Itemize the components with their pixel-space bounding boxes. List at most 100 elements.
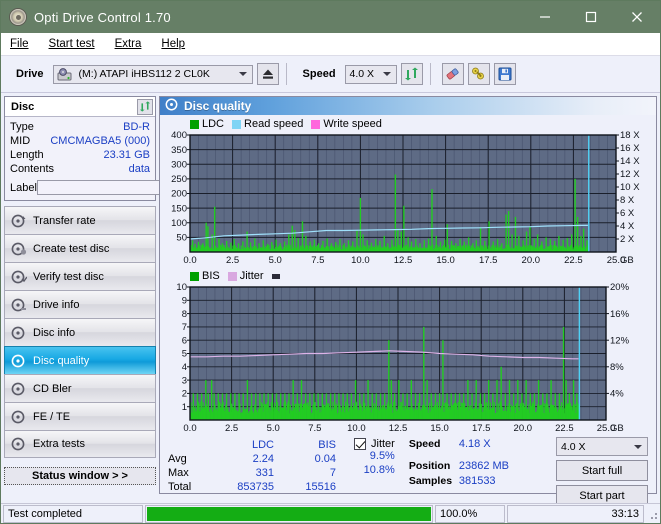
disc-icon	[11, 298, 27, 312]
svg-text:20%: 20%	[610, 283, 630, 293]
svg-text:250: 250	[171, 174, 187, 185]
maximize-button[interactable]	[568, 1, 614, 33]
svg-text:14 X: 14 X	[620, 156, 640, 167]
disc-label-row: Label	[10, 179, 150, 196]
speed-label: Speed	[303, 68, 336, 80]
stats-total-ldc: 853735	[214, 480, 276, 494]
sidebar-item-verify-test-disc[interactable]: Verify test disc	[4, 262, 156, 290]
disc-label-label: Label	[10, 182, 37, 194]
app-body: Disc Type BD-R MID CMCM	[1, 93, 660, 497]
speed-select[interactable]: 4.0 X	[345, 65, 397, 84]
eject-button[interactable]	[257, 63, 279, 85]
svg-text:1: 1	[182, 402, 187, 413]
sidebar-item-transfer-rate[interactable]: Transfer rate	[4, 206, 156, 234]
app-disc-icon	[9, 8, 27, 26]
disc-type-value: BD-R	[123, 120, 150, 134]
legend-ldc: LDC	[190, 118, 224, 130]
sidebar-item-label: Extra tests	[33, 438, 85, 450]
sidebar: Disc Type BD-R MID CMCM	[1, 93, 159, 497]
test-speed-value: 4.0 X	[557, 441, 586, 453]
sidebar-item-disc-quality[interactable]: Disc quality	[4, 346, 156, 374]
svg-text:350: 350	[171, 145, 187, 156]
svg-text:300: 300	[171, 159, 187, 170]
sidebar-item-drive-info[interactable]: Drive info	[4, 290, 156, 318]
resize-grip[interactable]	[646, 508, 658, 520]
disc-quality-panel: Disc quality LDC Read speed Write speed	[159, 96, 657, 494]
save-button[interactable]	[494, 63, 516, 85]
status-window-button[interactable]: Status window > >	[4, 467, 156, 485]
test-speed-select[interactable]: 4.0 X	[556, 437, 648, 456]
svg-text:5.0: 5.0	[267, 423, 280, 434]
svg-text:150: 150	[171, 203, 187, 214]
legend-swatch-jitter	[228, 272, 237, 281]
svg-text:GB: GB	[620, 255, 634, 266]
svg-text:12.5: 12.5	[389, 423, 408, 434]
drive-select[interactable]: (M:) ATAPI iHBS112 2 CL0K	[53, 65, 253, 84]
svg-text:7: 7	[182, 322, 187, 333]
legend-read-speed: Read speed	[232, 118, 303, 130]
menu-help[interactable]: Help	[161, 36, 196, 52]
legend-swatch-write-speed	[311, 120, 320, 129]
disc-icon	[11, 214, 27, 228]
menu-file[interactable]: File	[10, 36, 40, 52]
start-full-button[interactable]: Start full	[556, 460, 648, 481]
drive-label: Drive	[16, 68, 44, 80]
svg-text:5: 5	[182, 349, 187, 360]
readout-samples-row: Samples 381533	[409, 475, 509, 490]
menu-extra[interactable]: Extra	[115, 36, 153, 52]
jitter-checkbox-row[interactable]: Jitter	[354, 438, 395, 450]
disc-refresh-button[interactable]	[137, 99, 153, 115]
svg-text:10.0: 10.0	[347, 423, 366, 434]
disc-quality-icon	[165, 98, 178, 114]
readout-speed-row: Speed 4.18 X	[409, 438, 509, 453]
svg-text:6 X: 6 X	[620, 208, 635, 219]
minimize-button[interactable]	[522, 1, 568, 33]
toolbar: Drive (M:) ATAPI iHBS112 2 CL0K Speed	[1, 56, 660, 93]
sidebar-item-extra-tests[interactable]: Extra tests	[4, 430, 156, 458]
svg-text:6: 6	[182, 335, 187, 346]
svg-text:8 X: 8 X	[620, 195, 635, 206]
disc-quality-title: Disc quality	[184, 99, 251, 113]
disc-mid-value: CMCMAGBA5 (000)	[50, 134, 150, 148]
svg-text:10 X: 10 X	[620, 182, 640, 193]
title-bar: Opti Drive Control 1.70	[1, 1, 660, 33]
chevron-down-icon	[383, 72, 391, 76]
disc-length-value: 23.31 GB	[104, 148, 150, 162]
svg-text:2.5: 2.5	[226, 255, 239, 266]
legend-label-write-speed: Write speed	[323, 118, 382, 130]
stats-corner	[166, 438, 214, 452]
readout-position-label: Position	[409, 460, 459, 472]
svg-text:7.5: 7.5	[311, 255, 324, 266]
sidebar-item-disc-info[interactable]: Disc info	[4, 318, 156, 346]
svg-text:4%: 4%	[610, 389, 624, 400]
erase-button[interactable]	[442, 63, 464, 85]
speed-value: 4.0 X	[346, 68, 375, 80]
sidebar-item-cd-bler[interactable]: CD Bler	[4, 374, 156, 402]
disc-icon	[11, 437, 27, 451]
tools-button[interactable]	[468, 63, 490, 85]
svg-text:17.5: 17.5	[472, 423, 491, 434]
svg-text:12.5: 12.5	[394, 255, 413, 266]
close-button[interactable]	[614, 1, 660, 33]
sidebar-item-create-test-disc[interactable]: Create test disc	[4, 234, 156, 262]
svg-text:400: 400	[171, 131, 187, 141]
drive-value: (M:) ATAPI iHBS112 2 CL0K	[75, 68, 210, 80]
disc-info-row: Contents data	[10, 162, 150, 176]
disc-icon	[11, 382, 27, 396]
stats-col-ldc: LDC	[214, 438, 276, 452]
app-window: Opti Drive Control 1.70 File Start test …	[0, 0, 661, 524]
svg-text:9: 9	[182, 296, 187, 307]
menu-start-test[interactable]: Start test	[49, 36, 106, 52]
table-row: Max 331 7	[166, 466, 338, 480]
sidebar-item-fe-te[interactable]: FE / TE	[4, 402, 156, 430]
disc-length-label: Length	[10, 148, 44, 162]
jitter-checkbox[interactable]	[354, 438, 366, 450]
refresh-button[interactable]	[401, 63, 423, 85]
legend-write-speed: Write speed	[311, 118, 382, 130]
chevron-down-icon	[634, 445, 642, 449]
svg-text:8: 8	[182, 309, 187, 320]
drive-icon	[57, 68, 72, 81]
disc-mid-label: MID	[10, 134, 30, 148]
sidebar-item-label: Disc quality	[33, 355, 89, 367]
readout-position-value: 23862 MB	[459, 460, 509, 472]
